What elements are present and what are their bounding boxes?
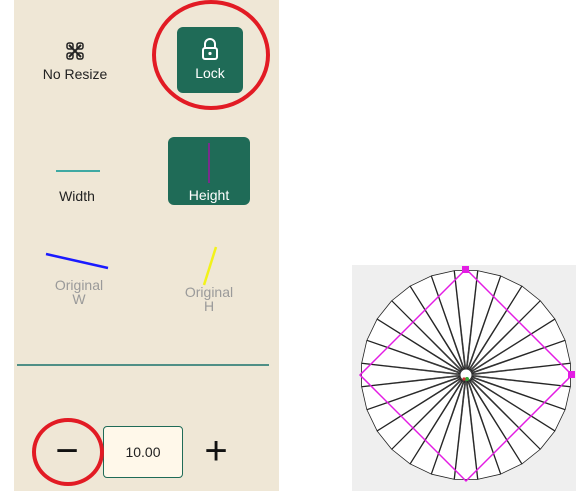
no-resize-label: No Resize	[42, 66, 108, 82]
handle-top	[462, 266, 469, 273]
panel-divider	[17, 364, 269, 366]
lock-icon	[202, 38, 218, 60]
increase-button[interactable]: +	[193, 430, 239, 474]
width-label: Width	[59, 188, 95, 204]
original-w-label: Original W	[54, 277, 104, 307]
value-field[interactable]: 10.00	[103, 426, 183, 478]
original-w-button[interactable]: Original W	[34, 245, 124, 315]
width-button[interactable]: Width	[34, 150, 120, 208]
decrease-button[interactable]: −	[44, 430, 90, 474]
height-line-icon	[208, 143, 210, 183]
shape-preview	[352, 265, 576, 491]
original-h-button[interactable]: Original H	[164, 245, 254, 315]
original-w-line-icon	[45, 252, 109, 270]
tool-panel: No Resize Lock Width Height Original W O…	[14, 0, 279, 491]
height-label: Height	[188, 187, 230, 203]
height-button[interactable]: Height	[168, 137, 250, 205]
width-line-icon	[56, 170, 100, 172]
lock-label: Lock	[195, 65, 225, 81]
center-dot-red	[462, 377, 466, 381]
lock-button[interactable]: Lock	[177, 27, 243, 93]
handle-right	[568, 371, 575, 378]
no-resize-button[interactable]: No Resize	[34, 38, 116, 98]
original-h-label: Original H	[184, 284, 234, 314]
no-resize-icon	[66, 42, 84, 60]
rotated-rectangles-graphic	[358, 266, 575, 483]
center-dot	[465, 377, 469, 381]
